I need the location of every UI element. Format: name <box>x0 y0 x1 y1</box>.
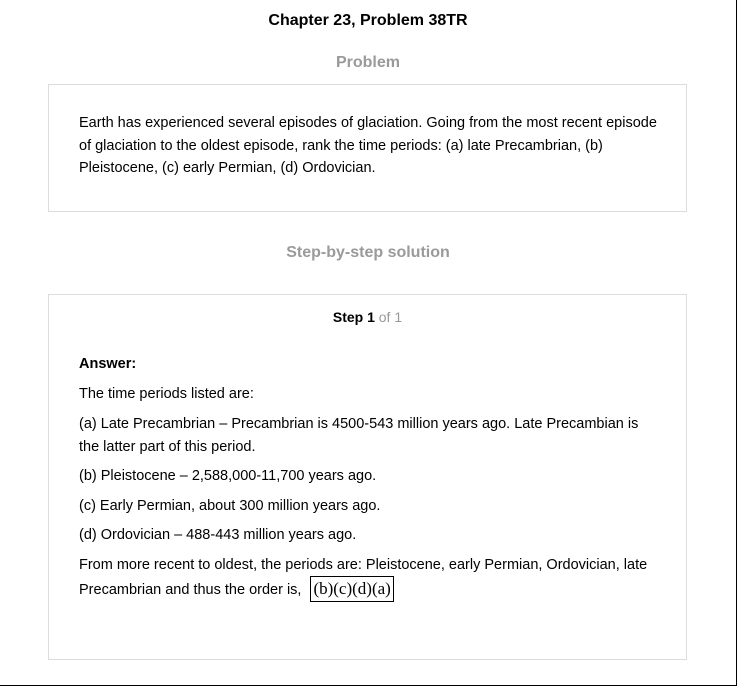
step-number: Step 1 <box>332 309 375 325</box>
solution-line: (b) Pleistocene – 2,588,000-11,700 years… <box>79 468 377 484</box>
step-indicator: Step 1 of 1 <box>49 309 686 325</box>
solution-line: (d) Ordovician – 488-443 million years a… <box>79 527 357 543</box>
boxed-answer: (b)(c)(d)(a) <box>310 575 394 602</box>
problem-card: Earth has experienced several episodes o… <box>48 84 687 212</box>
page-frame: Chapter 23, Problem 38TR Problem Earth h… <box>0 0 737 686</box>
solution-body: Answer: The time periods listed are: (a)… <box>79 353 659 609</box>
problem-text: Earth has experienced several episodes o… <box>79 115 657 176</box>
problem-heading: Problem <box>335 54 400 71</box>
solution-line: The time periods listed are: <box>79 386 254 402</box>
conclusion-line: From more recent to oldest, the periods … <box>79 554 659 603</box>
solution-heading: Step-by-step solution <box>286 244 450 261</box>
answer-label: Answer: <box>79 356 137 372</box>
step-total: of 1 <box>374 309 403 325</box>
solution-line: (a) Late Precambrian – Precambrian is 45… <box>79 415 639 455</box>
chapter-title: Chapter 23, Problem 38TR <box>268 12 468 29</box>
solution-card: Step 1 of 1 Answer: The time periods lis… <box>48 294 687 660</box>
solution-line: (c) Early Permian, about 300 million yea… <box>79 497 381 514</box>
